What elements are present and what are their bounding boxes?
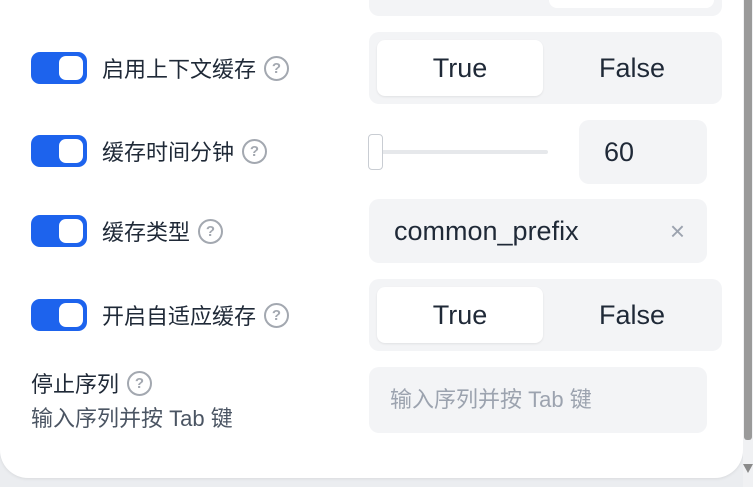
cache-minutes-label-text: 缓存时间分钟 bbox=[102, 140, 235, 165]
cache-minutes-label: 缓存时间分钟 ? bbox=[102, 135, 268, 167]
adaptive-cache-toggle[interactable] bbox=[31, 299, 87, 331]
context-cache-option-true[interactable]: True bbox=[377, 40, 543, 96]
stop-sequences-label-text: 停止序列 bbox=[31, 372, 120, 397]
context-cache-option-false[interactable]: False bbox=[549, 40, 715, 96]
partial-segmented-control bbox=[369, 0, 722, 16]
scrollbar-thumb[interactable] bbox=[744, 0, 752, 440]
context-cache-toggle[interactable] bbox=[31, 52, 87, 84]
help-icon[interactable]: ? bbox=[198, 218, 224, 244]
context-cache-segmented: True False bbox=[369, 32, 722, 104]
cache-type-label: 缓存类型 ? bbox=[102, 215, 224, 247]
cache-minutes-toggle[interactable] bbox=[31, 135, 87, 167]
cache-minutes-input[interactable]: 60 bbox=[579, 120, 707, 184]
cache-minutes-slider-track[interactable] bbox=[376, 150, 548, 154]
adaptive-cache-label: 开启自适应缓存 ? bbox=[102, 299, 290, 331]
partial-segmented-option[interactable] bbox=[549, 0, 714, 8]
toggle-knob bbox=[59, 56, 83, 80]
adaptive-cache-label-text: 开启自适应缓存 bbox=[102, 304, 257, 329]
context-cache-label-text: 启用上下文缓存 bbox=[102, 57, 257, 82]
help-icon[interactable]: ? bbox=[127, 370, 153, 396]
adaptive-cache-option-true[interactable]: True bbox=[377, 287, 543, 343]
help-icon[interactable]: ? bbox=[264, 302, 290, 328]
help-icon[interactable]: ? bbox=[264, 55, 290, 81]
stop-sequences-input[interactable] bbox=[369, 367, 707, 433]
cache-type-label-text: 缓存类型 bbox=[102, 220, 191, 245]
toggle-knob bbox=[59, 139, 83, 163]
stop-sequences-label: 停止序列 ? bbox=[31, 367, 153, 399]
adaptive-cache-segmented: True False bbox=[369, 279, 722, 351]
toggle-knob bbox=[59, 303, 83, 327]
help-icon[interactable]: ? bbox=[242, 138, 268, 164]
toggle-knob bbox=[59, 219, 83, 243]
cache-type-toggle[interactable] bbox=[31, 215, 87, 247]
clear-icon[interactable]: × bbox=[670, 199, 685, 263]
cache-minutes-slider-handle[interactable] bbox=[368, 134, 383, 170]
cache-type-value: common_prefix bbox=[394, 216, 579, 246]
adaptive-cache-option-false[interactable]: False bbox=[549, 287, 715, 343]
context-cache-label: 启用上下文缓存 ? bbox=[102, 52, 290, 84]
scrollbar[interactable] bbox=[743, 0, 753, 487]
cache-type-select[interactable]: common_prefix × bbox=[369, 199, 707, 263]
scroll-down-arrow-icon[interactable] bbox=[743, 464, 753, 473]
stop-sequences-description: 输入序列并按 Tab 键 bbox=[31, 406, 233, 431]
